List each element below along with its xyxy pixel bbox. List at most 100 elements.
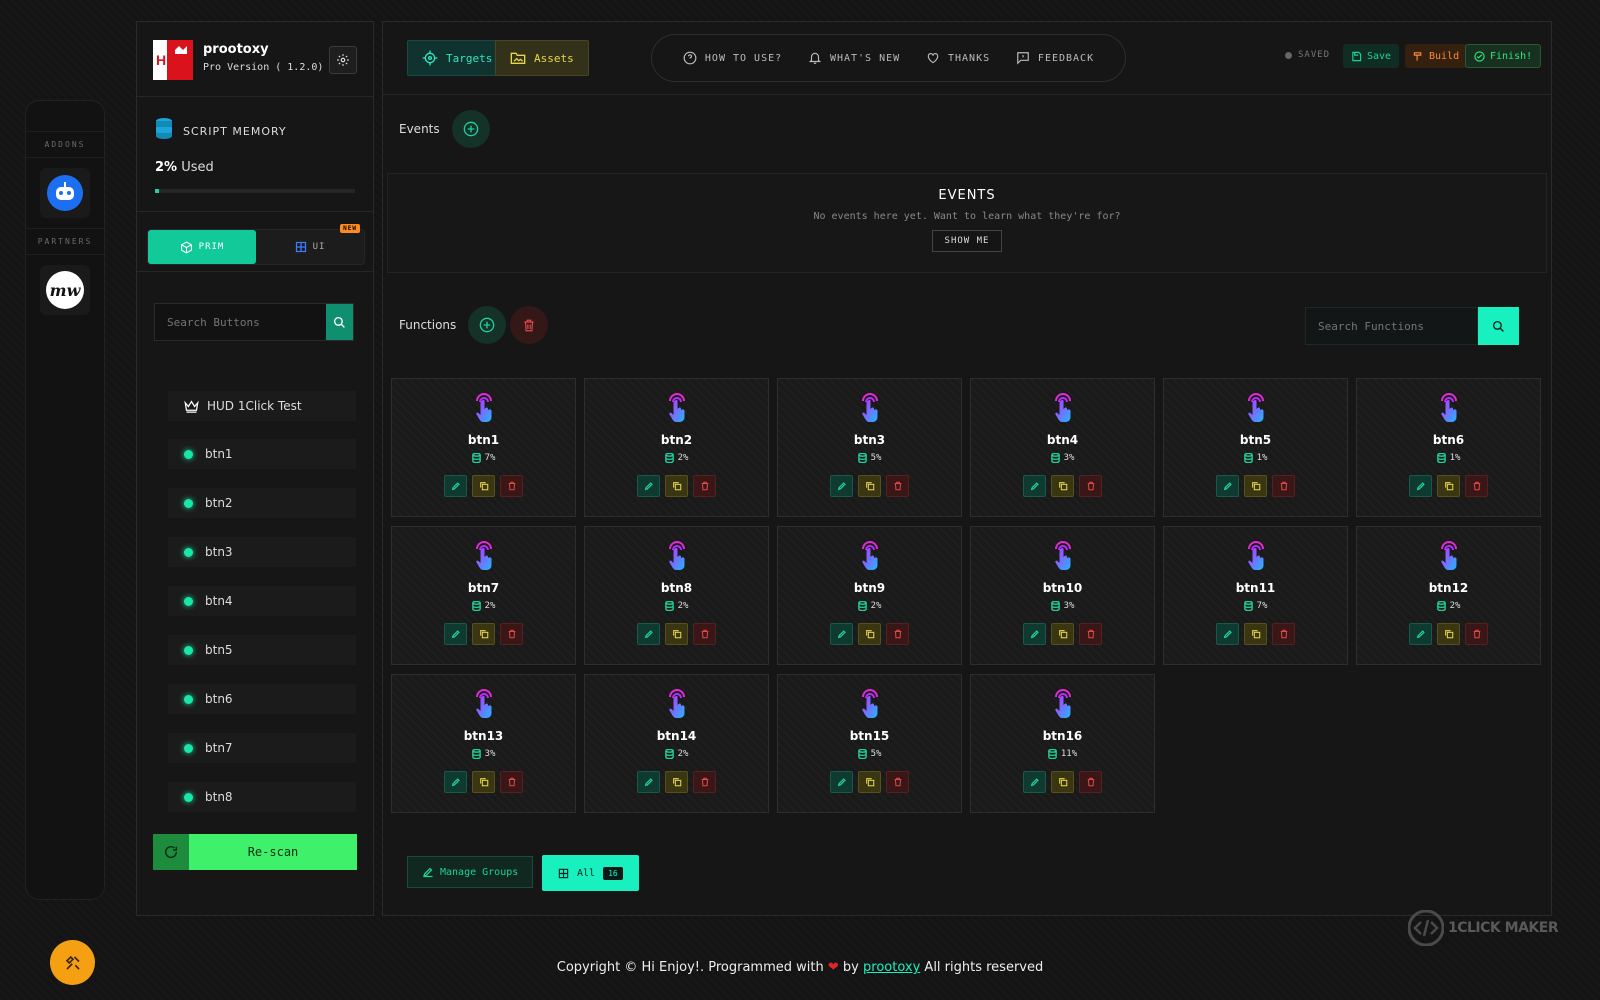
nav-whats-new[interactable]: WHAT'S NEW: [808, 51, 900, 65]
tab-ui[interactable]: UI NEW: [256, 224, 364, 264]
delete-function-button[interactable]: [500, 475, 523, 497]
duplicate-function-button[interactable]: [1437, 623, 1460, 645]
duplicate-function-button[interactable]: [472, 771, 495, 793]
list-item[interactable]: btn8: [168, 782, 356, 812]
edit-function-button[interactable]: [1023, 623, 1046, 645]
function-card[interactable]: btn9 2%: [777, 526, 962, 665]
edit-function-button[interactable]: [444, 475, 467, 497]
delete-function-button[interactable]: [693, 623, 716, 645]
duplicate-function-button[interactable]: [1244, 475, 1267, 497]
list-item[interactable]: btn2: [168, 488, 356, 518]
delete-function-button[interactable]: [1079, 475, 1102, 497]
delete-functions-button[interactable]: [510, 306, 549, 344]
delete-function-button[interactable]: [1272, 623, 1295, 645]
delete-function-button[interactable]: [1272, 475, 1295, 497]
edit-function-button[interactable]: [1023, 475, 1046, 497]
delete-function-button[interactable]: [500, 623, 523, 645]
function-card[interactable]: btn6 1%: [1356, 378, 1541, 517]
edit-function-button[interactable]: [1216, 623, 1239, 645]
function-card[interactable]: btn13 3%: [391, 674, 576, 813]
edit-function-button[interactable]: [1409, 623, 1432, 645]
function-card[interactable]: btn1 7%: [391, 378, 576, 517]
list-item[interactable]: btn1: [168, 439, 356, 469]
function-card[interactable]: btn2 2%: [584, 378, 769, 517]
duplicate-function-button[interactable]: [858, 623, 881, 645]
partner-mw-tile[interactable]: mw: [40, 265, 90, 315]
duplicate-function-button[interactable]: [1244, 623, 1267, 645]
edit-function-button[interactable]: [444, 771, 467, 793]
duplicate-function-button[interactable]: [665, 771, 688, 793]
function-card[interactable]: btn10 3%: [970, 526, 1155, 665]
function-card[interactable]: btn14 2%: [584, 674, 769, 813]
function-search-input[interactable]: [1305, 307, 1478, 345]
list-item[interactable]: btn4: [168, 586, 356, 616]
list-item[interactable]: btn3: [168, 537, 356, 567]
list-item[interactable]: btn6: [168, 684, 356, 714]
edit-function-button[interactable]: [637, 475, 660, 497]
delete-function-button[interactable]: [1079, 623, 1102, 645]
function-card[interactable]: btn12 2%: [1356, 526, 1541, 665]
build-button[interactable]: Build: [1405, 44, 1468, 68]
add-event-button[interactable]: [451, 110, 490, 148]
addon-bot-tile[interactable]: [40, 168, 90, 218]
footer-author-link[interactable]: prootoxy: [863, 960, 920, 975]
delete-function-button[interactable]: [886, 623, 909, 645]
function-card[interactable]: btn4 3%: [970, 378, 1155, 517]
function-search-submit[interactable]: [1478, 307, 1519, 345]
function-card[interactable]: btn16 11%: [970, 674, 1155, 813]
edit-function-button[interactable]: [444, 623, 467, 645]
delete-function-button[interactable]: [886, 771, 909, 793]
targets-button[interactable]: Targets: [407, 40, 508, 76]
edit-function-button[interactable]: [830, 623, 853, 645]
function-card[interactable]: btn15 5%: [777, 674, 962, 813]
assets-button[interactable]: Assets: [495, 40, 589, 76]
function-card[interactable]: btn3 5%: [777, 378, 962, 517]
nav-thanks[interactable]: THANKS: [926, 51, 990, 65]
function-card[interactable]: btn8 2%: [584, 526, 769, 665]
list-item[interactable]: btn7: [168, 733, 356, 763]
delete-function-button[interactable]: [1079, 771, 1102, 793]
duplicate-function-button[interactable]: [1437, 475, 1460, 497]
duplicate-function-button[interactable]: [1051, 771, 1074, 793]
duplicate-function-button[interactable]: [858, 771, 881, 793]
function-card[interactable]: btn11 7%: [1163, 526, 1348, 665]
list-item[interactable]: btn5: [168, 635, 356, 665]
duplicate-function-button[interactable]: [472, 623, 495, 645]
delete-function-button[interactable]: [886, 475, 909, 497]
nav-feedback[interactable]: FEEDBACK: [1016, 51, 1094, 65]
show-me-button[interactable]: SHOW ME: [931, 230, 1003, 252]
group-all-button[interactable]: All 16: [542, 855, 639, 891]
list-item-hud[interactable]: HUD 1Click Test: [168, 391, 356, 421]
edit-function-button[interactable]: [830, 475, 853, 497]
add-function-button[interactable]: [468, 306, 507, 344]
save-button[interactable]: Save: [1343, 44, 1400, 68]
rescan-button[interactable]: Re-scan: [153, 834, 357, 870]
function-card[interactable]: btn5 1%: [1163, 378, 1348, 517]
button-search-submit[interactable]: [326, 304, 353, 340]
nav-how-to-use[interactable]: HOW TO USE?: [683, 51, 782, 65]
edit-function-button[interactable]: [1023, 771, 1046, 793]
edit-function-button[interactable]: [637, 623, 660, 645]
tab-prim[interactable]: PRIM: [148, 230, 256, 264]
function-card[interactable]: btn7 2%: [391, 526, 576, 665]
duplicate-function-button[interactable]: [665, 475, 688, 497]
edit-function-button[interactable]: [637, 771, 660, 793]
delete-function-button[interactable]: [693, 475, 716, 497]
duplicate-function-button[interactable]: [472, 475, 495, 497]
edit-function-button[interactable]: [830, 771, 853, 793]
duplicate-function-button[interactable]: [665, 623, 688, 645]
manage-groups-button[interactable]: Manage Groups: [407, 856, 534, 888]
delete-function-button[interactable]: [1465, 475, 1488, 497]
button-search-input[interactable]: [155, 304, 326, 340]
settings-button[interactable]: [329, 46, 357, 74]
duplicate-function-button[interactable]: [858, 475, 881, 497]
delete-function-button[interactable]: [500, 771, 523, 793]
duplicate-function-button[interactable]: [1051, 475, 1074, 497]
delete-function-button[interactable]: [693, 771, 716, 793]
edit-function-button[interactable]: [1216, 475, 1239, 497]
delete-function-button[interactable]: [1465, 623, 1488, 645]
finish-button[interactable]: Finish!: [1465, 44, 1542, 68]
duplicate-function-button[interactable]: [1051, 623, 1074, 645]
edit-function-button[interactable]: [1409, 475, 1432, 497]
tools-fab[interactable]: [50, 940, 95, 985]
